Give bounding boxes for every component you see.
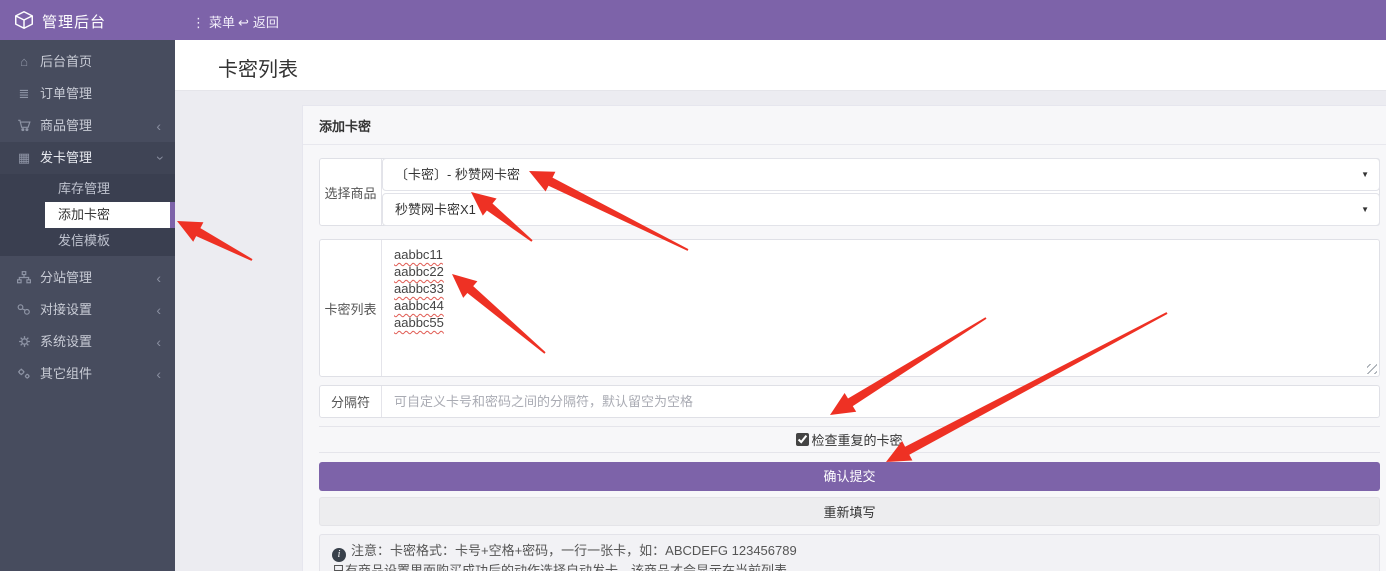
sidebar-item-system-settings[interactable]: 系统设置 ‹: [0, 326, 175, 358]
chevron-left-icon: ‹: [156, 262, 161, 294]
sidebar-item-orders[interactable]: ≣ 订单管理: [0, 78, 175, 110]
sidebar-item-substation[interactable]: 分站管理 ‹: [0, 262, 175, 294]
separator-input[interactable]: [382, 386, 1379, 417]
card-list-textarea[interactable]: aabbc11aabbc22aabbc33aabbc44aabbc55: [382, 240, 1379, 376]
sidebar-subitem-stock[interactable]: 库存管理: [0, 176, 175, 202]
annotation-arrow-sidebar-add-card: [177, 221, 253, 261]
sidebar-item-card-management[interactable]: ▦ 发卡管理 ‹: [0, 142, 175, 174]
submit-button[interactable]: 确认提交: [319, 462, 1380, 491]
card-line[interactable]: aabbc33: [394, 280, 444, 297]
chevron-left-icon: ‹: [156, 326, 161, 358]
note-line-1: i注意：卡密格式：卡号+空格+密码，一行一张卡，如：ABCDEFG 123456…: [332, 542, 1367, 562]
textarea-resize-handle[interactable]: [1367, 364, 1377, 374]
sidebar-subitem-mail-template[interactable]: 发信模板: [0, 228, 175, 254]
chevron-left-icon: ‹: [156, 358, 161, 390]
duplicate-check-row: 检查重复的卡密: [319, 426, 1380, 453]
separator-label: 分隔符: [320, 386, 382, 417]
grid-icon: ▦: [16, 142, 32, 174]
sidebar: ⌂ 后台首页 ≣ 订单管理 商品管理 ‹ ▦ 发卡管理 ‹ 库存管理 添加卡密 …: [0, 40, 175, 571]
sidebar-item-other-components[interactable]: 其它组件 ‹: [0, 358, 175, 390]
app-logo-cube-icon: [13, 9, 35, 31]
card-line[interactable]: aabbc44: [394, 297, 444, 314]
gears-icon: [16, 358, 32, 390]
menu-list-icon: ⋮: [192, 15, 205, 30]
select-caret-icon: ▼: [1361, 194, 1369, 225]
page-title: 卡密列表: [218, 53, 298, 82]
card-list-label: 卡密列表: [320, 240, 382, 376]
product-select-row: 选择商品 〔卡密〕- 秒赞网卡密 ▼ 秒赞网卡密X1 ▼: [319, 158, 1380, 226]
duplicate-checkbox[interactable]: [796, 433, 809, 446]
chevron-left-icon: ‹: [156, 294, 161, 326]
sidebar-subitem-add-card[interactable]: 添加卡密: [45, 202, 175, 228]
back-button[interactable]: ↩返回: [238, 12, 279, 31]
app-title: 管理后台: [42, 11, 106, 32]
page-title-band: 卡密列表: [175, 40, 1386, 91]
info-icon: i: [332, 548, 346, 562]
card-list-row: 卡密列表 aabbc11aabbc22aabbc33aabbc44aabbc55: [319, 239, 1380, 377]
product-category-select[interactable]: 〔卡密〕- 秒赞网卡密 ▼: [382, 158, 1380, 191]
reset-button[interactable]: 重新填写: [319, 497, 1380, 526]
menu-button[interactable]: ⋮菜单: [192, 12, 235, 31]
home-icon: ⌂: [16, 46, 32, 78]
separator-row: 分隔符: [319, 385, 1380, 418]
sidebar-item-home[interactable]: ⌂ 后台首页: [0, 46, 175, 78]
gear-icon: [16, 326, 32, 358]
back-arrow-icon: ↩: [238, 15, 249, 30]
chevron-down-icon: ‹: [156, 142, 161, 174]
order-list-icon: ≣: [16, 78, 32, 110]
chevron-left-icon: ‹: [156, 110, 161, 142]
select-caret-icon: ▼: [1361, 159, 1369, 190]
panel-header: 添加卡密: [303, 106, 1386, 145]
sidebar-item-products[interactable]: 商品管理 ‹: [0, 110, 175, 142]
card-line[interactable]: aabbc55: [394, 314, 444, 331]
product-select-label: 选择商品: [320, 159, 382, 225]
top-header-bar: 管理后台 ⋮菜单 ↩返回: [0, 0, 1386, 40]
integration-link-icon: [16, 294, 32, 326]
note-line-2: 只有商品设置里面购买成功后的动作选择自动发卡，该商品才会显示在当前列表: [332, 562, 1367, 571]
sitemap-icon: [16, 262, 32, 294]
sidebar-item-integration[interactable]: 对接设置 ‹: [0, 294, 175, 326]
product-item-select[interactable]: 秒赞网卡密X1 ▼: [382, 193, 1380, 226]
card-management-submenu: 库存管理 添加卡密 发信模板: [0, 174, 175, 256]
note-box: i注意：卡密格式：卡号+空格+密码，一行一张卡，如：ABCDEFG 123456…: [319, 534, 1380, 571]
add-card-panel: 添加卡密 选择商品 〔卡密〕- 秒赞网卡密 ▼ 秒赞网卡密X1 ▼ 卡密列表 a…: [302, 105, 1386, 571]
card-line[interactable]: aabbc11: [394, 246, 443, 263]
duplicate-checkbox-label[interactable]: 检查重复的卡密: [796, 430, 902, 449]
shopping-cart-icon: [16, 110, 32, 142]
card-line[interactable]: aabbc22: [394, 263, 444, 280]
